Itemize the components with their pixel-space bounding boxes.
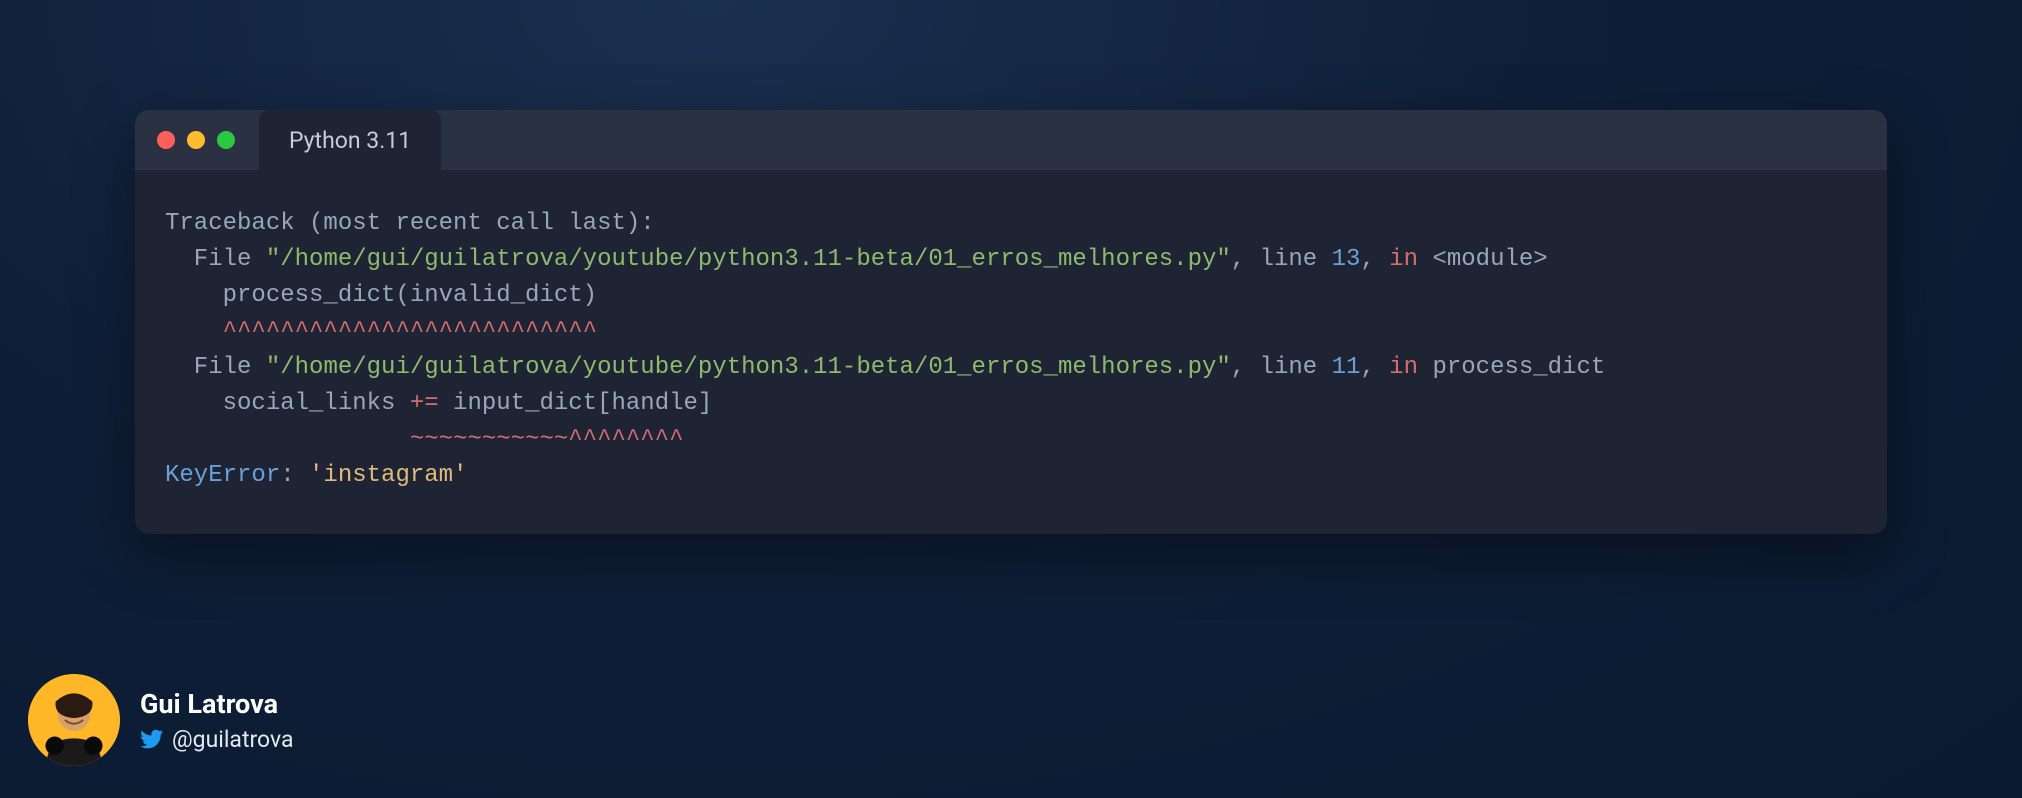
- traffic-lights: [157, 131, 235, 149]
- tab-python[interactable]: Python 3.11: [259, 110, 441, 170]
- author-handle: @guilatrova: [172, 726, 293, 753]
- window-zoom-button[interactable]: [217, 131, 235, 149]
- trace-scope: <module>: [1418, 246, 1548, 273]
- trace-file-path: "/home/gui/guilatrova/youtube/python3.11…: [266, 246, 1231, 273]
- trace-file-prefix: File: [165, 246, 266, 273]
- author-text: Gui Latrova @guilatrova: [140, 688, 293, 753]
- error-type: KeyError: [165, 462, 280, 489]
- trace-line-number: 11: [1332, 354, 1361, 381]
- trace-scope: process_dict: [1418, 354, 1605, 381]
- trace-caret-underline: ^^^^^^^^^^^^^^^^^^^^^^^^^^: [165, 318, 597, 345]
- trace-line-sep: , line: [1231, 246, 1332, 273]
- code-window: Python 3.11 Traceback (most recent call …: [135, 110, 1887, 534]
- twitter-icon: [140, 727, 164, 751]
- author-name: Gui Latrova: [140, 688, 293, 720]
- window-close-button[interactable]: [157, 131, 175, 149]
- trace-file-prefix: File: [165, 354, 266, 381]
- trace-source-post: input_dict[handle]: [439, 390, 713, 417]
- trace-caret-underline: ~~~~~~~~~~~^^^^^^^^: [165, 426, 683, 453]
- author-handle-row: @guilatrova: [140, 726, 293, 753]
- trace-header: Traceback (most recent call last):: [165, 210, 655, 237]
- author-block: Gui Latrova @guilatrova: [28, 674, 293, 766]
- window-minimize-button[interactable]: [187, 131, 205, 149]
- trace-line-sep: , line: [1231, 354, 1332, 381]
- avatar-illustration: [28, 674, 120, 766]
- trace-in-kw: in: [1389, 354, 1418, 381]
- avatar: [28, 674, 120, 766]
- traceback-output: Traceback (most recent call last): File …: [135, 170, 1887, 534]
- trace-source-pre: social_links: [165, 390, 410, 417]
- error-value: 'instagram': [309, 462, 467, 489]
- trace-file-path: "/home/gui/guilatrova/youtube/python3.11…: [266, 354, 1231, 381]
- trace-op: +=: [410, 390, 439, 417]
- tab-label: Python 3.11: [289, 127, 411, 154]
- trace-source-line: process_dict(invalid_dict): [165, 282, 597, 309]
- error-sep: :: [280, 462, 309, 489]
- trace-sep: ,: [1360, 246, 1389, 273]
- trace-sep: ,: [1360, 354, 1389, 381]
- trace-in-kw: in: [1389, 246, 1418, 273]
- window-titlebar: Python 3.11: [135, 110, 1887, 170]
- trace-line-number: 13: [1332, 246, 1361, 273]
